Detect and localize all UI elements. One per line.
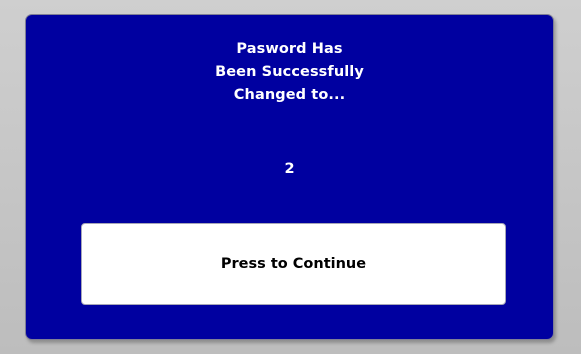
new-password-value: 2: [284, 161, 295, 177]
continue-button[interactable]: Press to Continue: [81, 223, 506, 305]
message-line-3: Changed to...: [233, 87, 346, 103]
continue-button-label: Press to Continue: [220, 256, 367, 272]
success-message: Pasword Has Been Successfully Changed to…: [26, 38, 553, 107]
screen-background: Pasword Has Been Successfully Changed to…: [0, 0, 581, 354]
message-line-2: Been Successfully: [215, 64, 364, 80]
message-line-1: Pasword Has: [236, 41, 343, 57]
password-changed-dialog: Pasword Has Been Successfully Changed to…: [25, 14, 554, 340]
